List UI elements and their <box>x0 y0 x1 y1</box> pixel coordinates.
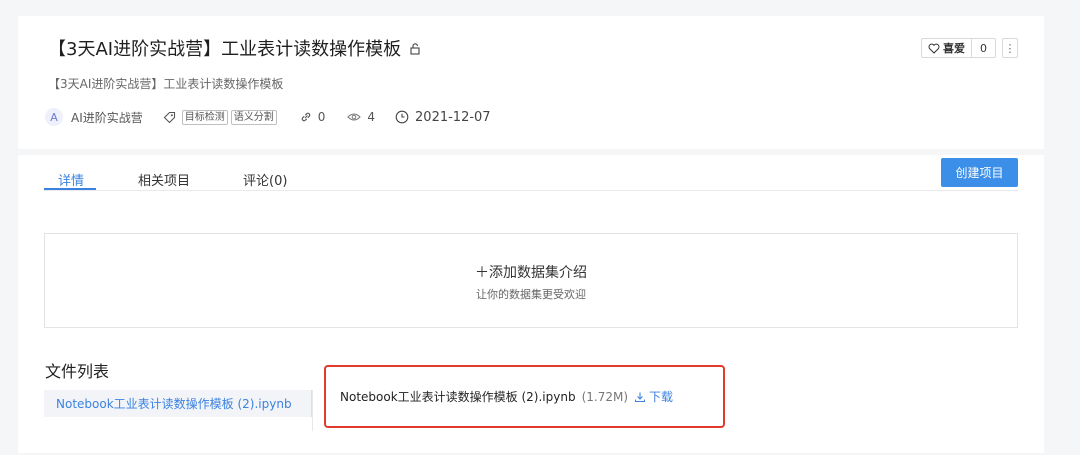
like-label: 喜爱 <box>943 42 965 55</box>
add-intro-title[interactable]: ＋添加数据集介绍 <box>45 262 1017 282</box>
preview-file-size: (1.72M) <box>581 389 628 404</box>
file-list-item[interactable]: Notebook工业表计读数操作模板 (2).ipynb <box>44 390 312 417</box>
clock-icon <box>395 110 409 124</box>
tag-semantic-segmentation[interactable]: 语义分割 <box>230 109 277 125</box>
like-group: 喜爱 0 ⋮ <box>921 38 1018 58</box>
add-intro-subtitle: 让你的数据集更受欢迎 <box>476 288 586 301</box>
tab-bar: 详情 相关项目 评论(0) <box>44 155 1018 191</box>
tag-icon <box>163 111 176 124</box>
link-icon <box>300 111 312 123</box>
like-count: 0 <box>971 39 995 57</box>
add-intro-box[interactable]: ＋添加数据集介绍 让你的数据集更受欢迎 <box>44 233 1018 328</box>
fork-count: 0 <box>317 110 326 124</box>
view-count: 4 <box>367 110 376 124</box>
download-link[interactable]: 下载 <box>634 388 673 405</box>
tab-details[interactable]: 详情 <box>58 170 84 189</box>
page-title: 【3天AI进阶实战营】工业表计读数操作模板 <box>48 39 402 60</box>
project-meta: A AI进阶实战营 目标检测 语义分割 0 4 2021-12-07 <box>45 108 491 126</box>
tag-object-detection[interactable]: 目标检测 <box>181 109 228 125</box>
avatar[interactable]: A <box>45 108 63 126</box>
org-name-link[interactable]: AI进阶实战营 <box>71 109 143 126</box>
create-project-button[interactable]: 创建项目 <box>941 158 1018 187</box>
download-icon <box>634 391 646 403</box>
more-options-button[interactable]: ⋮ <box>1002 38 1018 58</box>
file-list-divider <box>312 390 313 431</box>
publish-date: 2021-12-07 <box>415 109 491 125</box>
active-tab-indicator <box>44 188 96 190</box>
like-button[interactable]: 喜爱 0 <box>921 38 996 58</box>
page-title-row: 【3天AI进阶实战营】工业表计读数操作模板 <box>48 35 422 61</box>
heart-icon <box>922 43 943 54</box>
download-label[interactable]: 下载 <box>649 388 673 405</box>
project-content-card: 详情 相关项目 评论(0) 创建项目 ＋添加数据集介绍 让你的数据集更受欢迎 文… <box>18 155 1044 453</box>
file-preview-highlight: Notebook工业表计读数操作模板 (2).ipynb (1.72M) 下载 <box>324 365 725 428</box>
tab-related-projects[interactable]: 相关项目 <box>138 170 190 189</box>
tab-comments[interactable]: 评论(0) <box>243 170 287 189</box>
file-list-heading: 文件列表 <box>45 362 110 381</box>
eye-icon <box>347 111 362 123</box>
project-header-card: 【3天AI进阶实战营】工业表计读数操作模板 【3天AI进阶实战营】工业表计读数操… <box>18 16 1044 149</box>
preview-file-name: Notebook工业表计读数操作模板 (2).ipynb <box>340 390 576 404</box>
lock-icon[interactable] <box>409 42 422 55</box>
page-subtitle: 【3天AI进阶实战营】工业表计读数操作模板 <box>48 77 284 91</box>
